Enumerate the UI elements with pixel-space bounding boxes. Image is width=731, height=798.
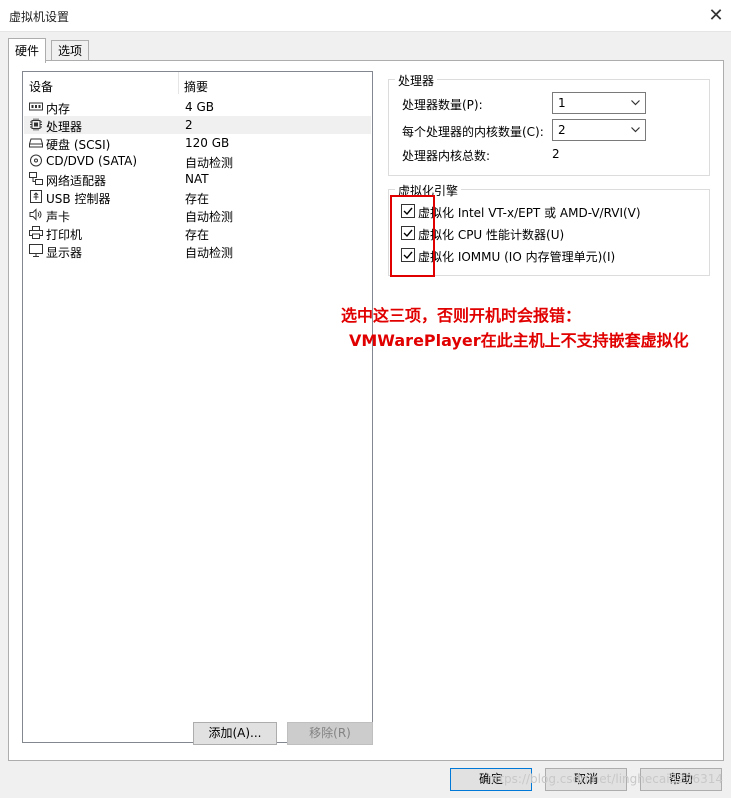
device-row-hard-disk[interactable]: 硬盘 (SCSI) 120 GB [24,134,371,152]
cores-per-processor-select[interactable]: 2 [552,119,646,141]
device-name: CD/DVD (SATA) [46,154,138,168]
device-name: 内存 [46,102,71,116]
device-row-memory[interactable]: 内存 4 GB [24,98,371,116]
device-name: USB 控制器 [46,192,111,206]
device-name: 硬盘 (SCSI) [46,138,111,152]
device-row-printer[interactable]: 打印机 存在 [24,224,371,242]
virtualize-cpu-counters-label[interactable]: 虚拟化 CPU 性能计数器(U) [418,226,564,243]
device-summary: NAT [185,172,209,186]
device-row-processor[interactable]: 处理器 2 [24,116,371,134]
processor-icon [30,118,42,131]
processor-count-select[interactable]: 1 [552,92,646,114]
device-name: 声卡 [46,210,71,224]
processor-count-label: 处理器数量(P): [402,98,483,112]
device-summary: 自动检测 [185,246,234,260]
cores-per-processor-value: 2 [558,123,566,137]
close-icon[interactable]: ✕ [701,0,731,31]
device-row-cd-dvd[interactable]: CD/DVD (SATA) 自动检测 [24,152,371,170]
annotation-line-1: 选中这三项，否则开机时会报错： [341,306,582,325]
tab-hardware[interactable]: 硬件 [8,38,47,63]
chevron-down-icon [631,100,640,106]
device-row-display[interactable]: 显示器 自动检测 [24,242,371,260]
column-header-device[interactable]: 设备 [29,78,53,95]
speaker-icon [29,208,42,221]
device-row-network-adapter[interactable]: 网络适配器 NAT [24,170,371,188]
watermark: https://blog.csdn.net/lingheсai5236314 [487,772,723,786]
memory-icon [29,102,43,111]
window-title: 虚拟机设置 [9,10,70,24]
device-summary: 存在 [185,192,210,206]
total-cores-label: 处理器内核总数: [402,149,491,163]
device-name: 显示器 [46,246,83,260]
chevron-down-icon [631,127,640,133]
add-device-button[interactable]: 添加(A)... [193,722,277,745]
processor-count-value: 1 [558,96,566,110]
device-name: 网络适配器 [46,174,107,188]
device-list[interactable]: 设备 摘要 内存 4 GB 处理器 2 硬盘 (SCSI) 120 GB CD/… [22,71,373,743]
column-divider[interactable] [178,72,179,94]
hard-disk-icon [29,138,43,148]
device-summary: 4 GB [185,100,214,114]
cd-dvd-icon [30,154,42,167]
total-cores-value: 2 [552,147,560,161]
annotation-line-2: VMWarePlayer在此主机上不支持嵌套虚拟化 [349,331,689,350]
device-row-usb-controller[interactable]: USB 控制器 存在 [24,188,371,206]
annotation-highlight-box [390,195,435,277]
tab-options[interactable]: 选项 [51,40,90,62]
device-name: 打印机 [46,228,83,242]
device-summary: 自动检测 [185,156,234,170]
processor-group-title: 处理器 [395,72,438,89]
title-bar: 虚拟机设置 ✕ [0,0,731,32]
virtualize-intel-vtx-label[interactable]: 虚拟化 Intel VT-x/EPT 或 AMD-V/RVI(V) [418,204,641,221]
remove-device-button[interactable]: 移除(R) [287,722,373,745]
device-row-sound-card[interactable]: 声卡 自动检测 [24,206,371,224]
device-summary: 自动检测 [185,210,234,224]
column-header-summary[interactable]: 摘要 [184,78,208,95]
device-summary: 120 GB [185,136,230,150]
device-summary: 存在 [185,228,210,242]
network-adapter-icon [29,172,43,185]
usb-icon [30,190,42,203]
device-name: 处理器 [46,120,83,134]
device-list-header: 设备 摘要 [23,72,372,94]
printer-icon [29,226,43,239]
monitor-icon [29,244,43,257]
virtualize-iommu-label[interactable]: 虚拟化 IOMMU (IO 内存管理单元)(I) [418,248,615,265]
device-summary: 2 [185,118,193,132]
cores-per-processor-label: 每个处理器的内核数量(C): [402,125,544,139]
